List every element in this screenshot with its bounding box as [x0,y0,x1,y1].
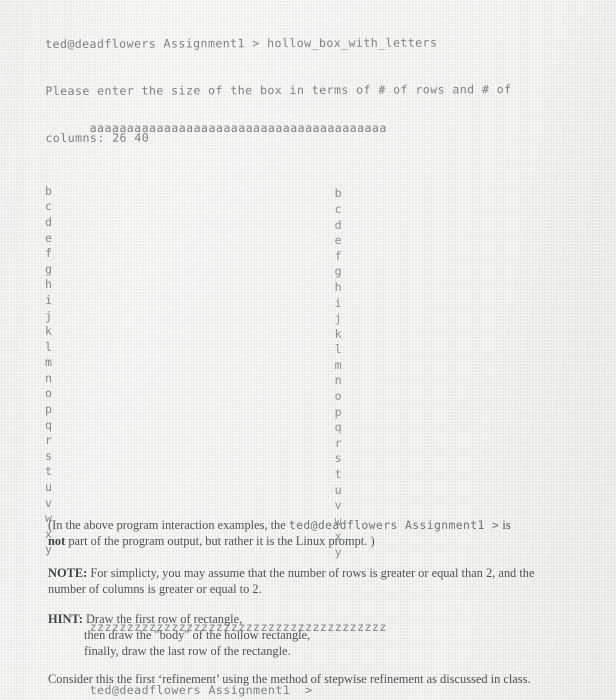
note-paragraph-line-1: (In the above program interaction exampl… [48,518,614,534]
box-middle-row: tt [45,464,465,481]
box-middle-row: ll [45,339,465,357]
box-middle-row: hh [45,277,465,294]
box-middle-row: vv [45,495,465,513]
box-middle-row: kk [45,324,465,341]
box-middle-row: nn [45,370,465,388]
box-left-wall-char: h [45,277,53,292]
box-middle-row: ff [45,246,465,263]
box-left-wall-char: i [45,292,53,307]
box-middle-row: jj [45,308,465,326]
scanned-assignment-page: ted@deadflowers Assignment1 > hollow_box… [0,0,616,700]
hint-line-2: then draw the "body" of the hollow recta… [84,627,311,642]
note-paragraph-line-2-rest: part of the program output, but rather i… [65,533,375,548]
note-constraints-line-1-text: For simplicty, you may assume that the n… [87,566,535,580]
closing-paragraph-text: Consider this the first ‘refinement’ usi… [48,672,531,686]
box-left-wall-char: g [45,261,53,276]
box-left-wall-char: l [45,339,53,354]
inline-prompt-sample: ted@deadflowers Assignment1 > [288,518,500,532]
note-paragraph-line-1-lead: (In the above program interaction exampl… [48,518,289,532]
box-middle-row: qq [45,417,465,435]
box-left-wall-char: s [45,448,53,463]
hint-line-1: HINT: Draw the first row of rectangle, [48,612,614,628]
note-constraints-line-1: NOTE: For simplicty, you may assume that… [48,566,614,582]
terminal-command-line: ted@deadflowers Assignment1 > hollow_box… [45,35,438,52]
box-middle-row: pp [45,402,465,419]
box-middle-rows: bbccddeeffgghhiijjkkllmmnnooppqqrrssttuu… [45,183,465,559]
box-left-wall-char: f [45,246,53,261]
box-middle-row: gg [45,261,465,279]
box-left-wall-char: v [45,495,53,510]
hollow-box-output: aaaaaaaaaaaaaaaaaaaaaaaaaaaaaaaaaaaaaaaa… [45,59,465,700]
closing-paragraph: Consider this the first ‘refinement’ usi… [48,672,614,688]
hint-line-3: finally, draw the last row of the rectan… [84,643,291,658]
box-left-wall-char: m [45,355,53,370]
hint-label: HINT: [48,612,83,626]
note-paragraph-line-2: not part of the program output, but rath… [48,534,614,550]
box-middle-row: bb [45,183,465,201]
box-left-wall-char: b [45,183,53,198]
box-middle-row: oo [45,386,465,403]
box-left-wall-char: r [45,433,53,448]
box-left-wall-char: e [45,230,53,245]
box-top-row: aaaaaaaaaaaaaaaaaaaaaaaaaaaaaaaaaaaaaaaa [45,106,465,135]
box-left-wall-char: q [45,417,53,432]
box-middle-row: ss [45,448,465,466]
box-left-wall-char: d [45,214,53,229]
box-middle-row: rr [45,433,465,450]
note-paragraph-emphasis: not [48,533,66,548]
box-left-wall-char: n [45,370,53,385]
box-left-wall-char: u [45,480,53,495]
box-middle-row: cc [45,199,465,216]
note-constraints-paragraph: NOTE: For simplicty, you may assume that… [48,566,614,598]
box-top-row-text: aaaaaaaaaaaaaaaaaaaaaaaaaaaaaaaaaaaaaaaa [89,121,387,136]
box-left-wall-char: c [45,199,53,214]
box-middle-row: uu [45,480,465,497]
box-left-wall-char: k [45,324,53,339]
box-middle-row: mm [45,355,465,372]
hint-line-1-text: Draw the first row of rectangle, [82,612,243,626]
box-middle-row: dd [45,214,465,232]
note-label: NOTE: [48,566,88,580]
box-middle-row: ee [45,230,465,248]
note-paragraph-line-1-tail: is [499,518,511,532]
note-constraints-line-2: number of columns is greater or equal to… [48,581,262,596]
box-left-wall-char: o [45,386,53,401]
hint-paragraph: HINT: Draw the first row of rectangle, t… [48,612,614,659]
note-about-prompt-paragraph: (In the above program interaction exampl… [48,518,614,550]
box-left-wall-char: p [45,402,53,417]
box-middle-row: ii [45,292,465,310]
box-left-wall-char: j [45,308,53,323]
box-left-wall-char: t [45,464,53,479]
